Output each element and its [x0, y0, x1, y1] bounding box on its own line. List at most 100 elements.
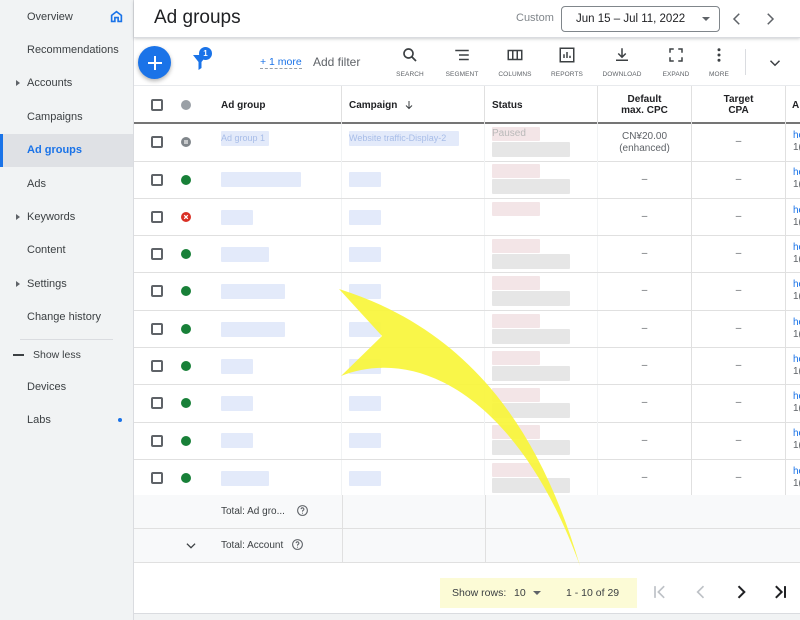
- table-row[interactable]: – – he1(: [134, 422, 800, 460]
- default-cpc-cell[interactable]: CN¥20.00 (enhanced): [598, 124, 692, 161]
- first-page-button[interactable]: [650, 582, 670, 602]
- cell-link-fragment[interactable]: he: [793, 317, 800, 329]
- sidebar-item-ads[interactable]: Ads: [0, 167, 133, 200]
- campaign-name[interactable]: [349, 321, 381, 337]
- campaign-cell[interactable]: [342, 385, 485, 422]
- row-checkbox[interactable]: [151, 471, 163, 484]
- ad-group-name[interactable]: [221, 284, 285, 300]
- default-cpc-cell[interactable]: –: [598, 347, 692, 385]
- help-icon[interactable]: [291, 538, 304, 551]
- default-cpc-cell[interactable]: –: [598, 459, 692, 497]
- ad-group-cell[interactable]: [208, 310, 342, 347]
- campaign-cell[interactable]: [342, 459, 485, 497]
- table-row[interactable]: – – he1(: [134, 198, 800, 237]
- sidebar-item-labs[interactable]: Labs: [0, 403, 133, 436]
- cell-link-fragment[interactable]: he: [793, 428, 800, 440]
- ad-group-cell[interactable]: [208, 235, 342, 273]
- chevron-down-icon[interactable]: [184, 539, 198, 553]
- next-page-button[interactable]: [731, 582, 751, 602]
- add-filter-button[interactable]: Add filter: [313, 55, 360, 69]
- row-checkbox[interactable]: [151, 434, 163, 447]
- next-period-button[interactable]: [761, 10, 779, 28]
- campaign-name[interactable]: Website traffic-Display-2: [349, 131, 459, 146]
- previous-period-button[interactable]: [728, 10, 746, 28]
- campaign-cell[interactable]: Website traffic-Display-2: [342, 124, 485, 161]
- ad-group-name[interactable]: [221, 470, 269, 486]
- table-row[interactable]: – – he1(: [134, 235, 800, 274]
- sidebar-item-keywords[interactable]: Keywords: [0, 200, 133, 233]
- ad-group-name[interactable]: [221, 246, 269, 262]
- show-less-toggle[interactable]: Show less: [0, 340, 133, 370]
- row-checkbox[interactable]: [151, 136, 163, 149]
- default-cpc-cell[interactable]: –: [598, 235, 692, 273]
- campaign-cell[interactable]: [342, 198, 485, 236]
- column-header-status[interactable]: Status: [485, 86, 598, 124]
- table-row[interactable]: – – he1(: [134, 459, 800, 498]
- default-cpc-cell[interactable]: –: [598, 273, 692, 310]
- chevron-down-icon[interactable]: [766, 54, 784, 72]
- default-cpc-cell[interactable]: –: [598, 310, 692, 347]
- reports-button[interactable]: REPORTS: [543, 46, 591, 78]
- campaign-cell[interactable]: [342, 310, 485, 347]
- more-filters-link[interactable]: + 1 more: [260, 56, 302, 69]
- row-checkbox[interactable]: [151, 322, 163, 335]
- campaign-name[interactable]: [349, 433, 381, 449]
- table-row[interactable]: Ad group 1 Website traffic-Display-2 Pause…: [134, 124, 800, 162]
- table-row[interactable]: – – he1(: [134, 347, 800, 386]
- campaign-cell[interactable]: [342, 347, 485, 385]
- row-checkbox[interactable]: [151, 248, 163, 261]
- ad-group-cell[interactable]: [208, 347, 342, 385]
- date-range-picker[interactable]: Jun 15 – Jul 11, 2022: [561, 6, 720, 32]
- sidebar-item-devices[interactable]: Devices: [0, 370, 133, 403]
- download-button[interactable]: DOWNLOAD: [598, 46, 646, 78]
- row-checkbox[interactable]: [151, 285, 163, 298]
- campaign-cell[interactable]: [342, 422, 485, 459]
- ad-group-cell[interactable]: [208, 385, 342, 422]
- campaign-name[interactable]: [349, 396, 381, 412]
- ad-group-cell[interactable]: Ad group 1: [208, 124, 342, 161]
- campaign-cell[interactable]: [342, 235, 485, 273]
- sidebar-item-campaigns[interactable]: Campaigns: [0, 100, 133, 133]
- sidebar-item-accounts[interactable]: Accounts: [0, 67, 133, 100]
- previous-page-button[interactable]: [691, 582, 711, 602]
- cell-link-fragment[interactable]: he: [793, 391, 800, 403]
- ad-group-name[interactable]: [221, 358, 253, 374]
- sidebar-item-recommendations[interactable]: Recommendations: [0, 33, 133, 66]
- row-checkbox[interactable]: [151, 360, 163, 373]
- table-row[interactable]: – – he1(: [134, 273, 800, 311]
- cell-link-fragment[interactable]: he: [793, 466, 800, 478]
- more-button[interactable]: MORE: [695, 46, 743, 78]
- last-page-button[interactable]: [770, 582, 790, 602]
- ad-group-name[interactable]: Ad group 1: [221, 131, 269, 146]
- cell-link-fragment[interactable]: he: [793, 205, 800, 217]
- help-icon[interactable]: [296, 504, 309, 517]
- ad-group-name[interactable]: [221, 209, 253, 225]
- table-row[interactable]: – – he1(: [134, 385, 800, 423]
- ad-group-cell[interactable]: [208, 422, 342, 459]
- search-button[interactable]: SEARCH: [386, 46, 434, 78]
- expand-button[interactable]: EXPAND: [652, 46, 700, 78]
- campaign-name[interactable]: [349, 284, 381, 300]
- row-checkbox[interactable]: [151, 210, 163, 223]
- ad-group-cell[interactable]: [208, 459, 342, 497]
- default-cpc-cell[interactable]: –: [598, 161, 692, 198]
- sidebar-item-settings[interactable]: Settings: [0, 267, 133, 300]
- ad-group-name[interactable]: [221, 433, 253, 449]
- sidebar-item-overview[interactable]: Overview: [0, 0, 133, 33]
- default-cpc-cell[interactable]: –: [598, 198, 692, 236]
- segment-button[interactable]: SEGMENT: [438, 46, 486, 78]
- rows-per-page-select[interactable]: 10: [514, 587, 541, 599]
- column-header-next[interactable]: A: [786, 86, 800, 124]
- campaign-name[interactable]: [349, 246, 381, 262]
- default-cpc-cell[interactable]: –: [598, 422, 692, 459]
- ad-group-name[interactable]: [221, 172, 301, 188]
- ad-group-cell[interactable]: [208, 273, 342, 310]
- row-checkbox[interactable]: [151, 173, 163, 186]
- sidebar-item-content[interactable]: Content: [0, 234, 133, 267]
- campaign-name[interactable]: [349, 358, 381, 374]
- sidebar-item-change-history[interactable]: Change history: [0, 301, 133, 334]
- cell-link-fragment[interactable]: he: [793, 167, 800, 179]
- ad-group-name[interactable]: [221, 396, 253, 412]
- columns-button[interactable]: COLUMNS: [491, 46, 539, 78]
- cell-link-fragment[interactable]: he: [793, 279, 800, 291]
